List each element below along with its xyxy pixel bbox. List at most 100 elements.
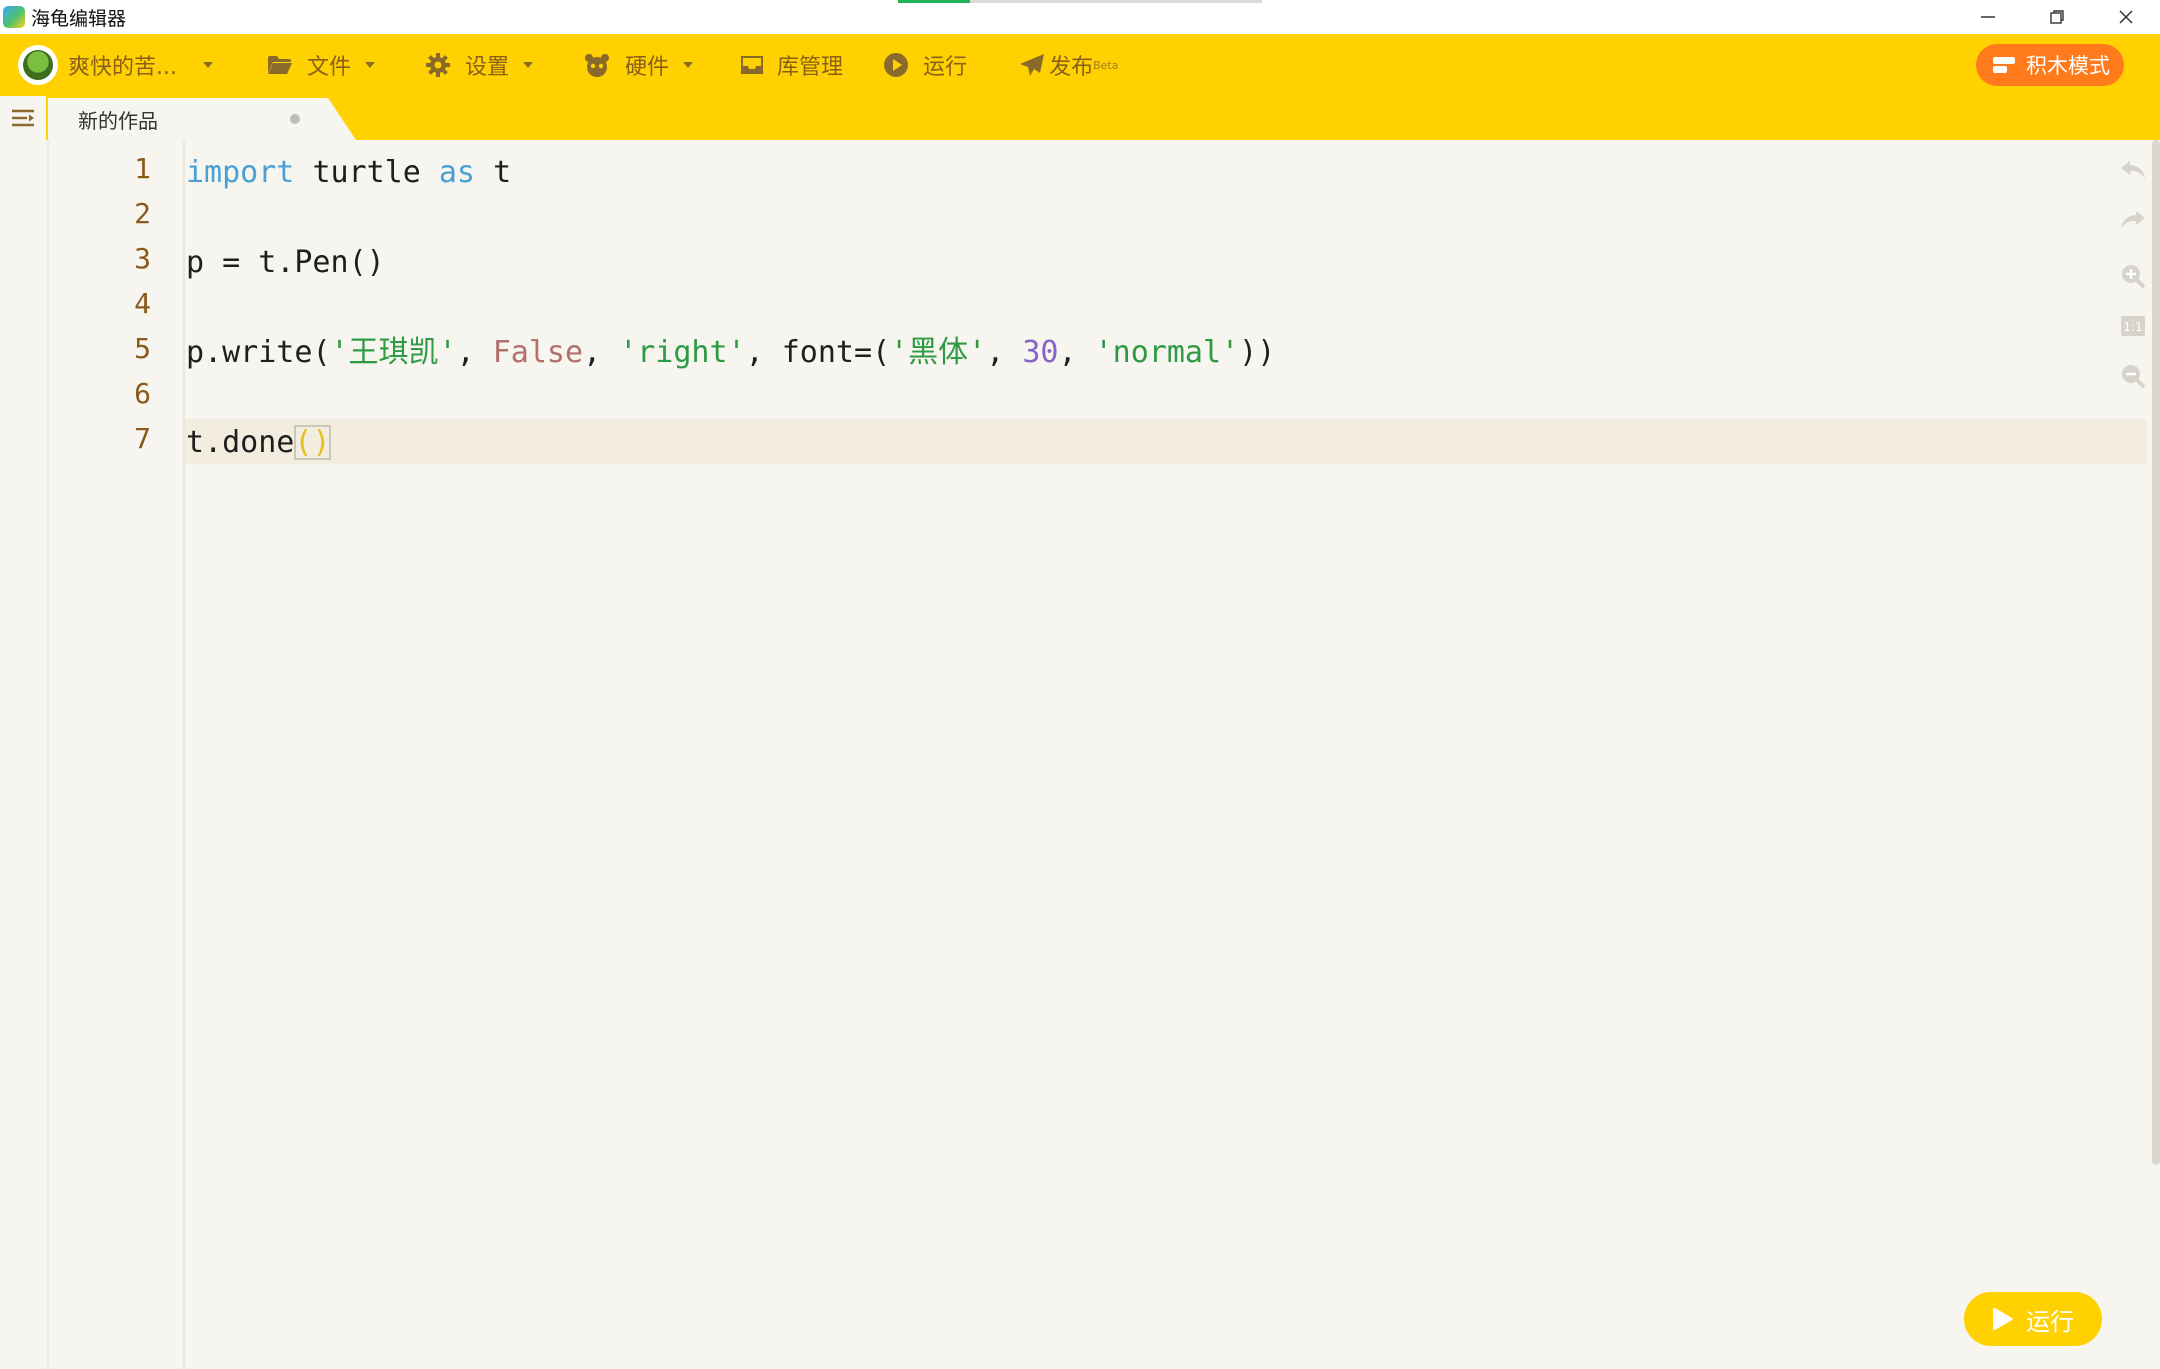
play-circle-icon — [883, 52, 909, 78]
punctuation-token: . — [204, 335, 223, 370]
beta-badge: Beta — [1093, 58, 1119, 72]
tab-strip: 新的作品 — [0, 96, 2160, 140]
undo-icon — [2121, 161, 2145, 179]
close-button[interactable] — [2091, 0, 2160, 34]
identifier-token: write — [222, 335, 313, 370]
code-line[interactable]: import turtle as t — [186, 150, 511, 195]
settings-menu[interactable]: 设置 — [425, 34, 534, 96]
folder-icon — [267, 54, 293, 76]
boolean-token: False — [492, 335, 584, 370]
punctuation-token: ( — [872, 335, 891, 370]
punctuation-token: , — [986, 335, 1005, 370]
punctuation-token: , — [1058, 335, 1077, 370]
run-button-label: 运行 — [2026, 1307, 2074, 1336]
publish-button[interactable]: 发布 Beta — [1019, 34, 1118, 96]
identifier-token: t — [258, 245, 277, 280]
library-manager-label: 库管理 — [777, 55, 844, 80]
line-number: 2 — [134, 197, 151, 230]
restore-icon — [2049, 10, 2064, 24]
number-token: 30 — [1022, 335, 1059, 370]
play-icon — [1993, 1307, 2013, 1331]
loading-indicator — [898, 0, 1262, 3]
chevron-down-icon — [202, 62, 213, 68]
zoom-out-button[interactable] — [2119, 362, 2147, 390]
window-titlebar: 海龟编辑器 — [0, 0, 2160, 34]
block-mode-button[interactable]: 积木模式 — [1976, 44, 2124, 86]
chevron-down-icon — [683, 62, 694, 68]
user-avatar[interactable] — [18, 45, 58, 85]
tab-edge — [328, 98, 356, 140]
zoom-in-icon — [2122, 265, 2146, 289]
svg-text:1:1: 1:1 — [2123, 320, 2142, 334]
punctuation-token: , — [583, 335, 602, 370]
redo-icon — [2121, 211, 2145, 229]
line-number: 7 — [134, 422, 151, 455]
user-name: 爽快的苦... — [68, 55, 177, 80]
line-number: 6 — [134, 377, 151, 410]
window-title: 海龟编辑器 — [31, 7, 127, 30]
punctuation-token: . — [204, 425, 223, 460]
user-menu[interactable]: 爽快的苦... — [68, 34, 213, 96]
hardware-menu-label: 硬件 — [625, 55, 670, 80]
code-line[interactable]: p = t.Pen() — [186, 240, 385, 285]
punctuation-token: = — [222, 245, 241, 280]
identifier-token: p — [186, 245, 205, 280]
identifier-token: Pen — [294, 245, 349, 280]
code-editor[interactable]: 1 2 3 4 5 6 7 import turtle as t p = t.P… — [0, 140, 2160, 1369]
string-token: '黑体' — [890, 335, 987, 370]
chevron-down-icon — [365, 62, 375, 68]
hardware-menu[interactable]: 硬件 — [583, 34, 694, 96]
reset-zoom-button[interactable]: 1:1 — [2119, 312, 2147, 340]
run-button[interactable]: 运行 — [1964, 1292, 2102, 1346]
punctuation-token: ) — [1257, 335, 1276, 370]
keyword-token: as — [438, 155, 475, 190]
zoom-in-button[interactable] — [2119, 262, 2147, 290]
app-logo-icon — [3, 6, 25, 28]
sidebar-toggle-button[interactable] — [0, 96, 46, 140]
chevron-down-icon — [523, 62, 534, 68]
line-number: 4 — [134, 287, 151, 320]
punctuation-token: () — [348, 245, 385, 280]
editor-scrollbar[interactable] — [2150, 140, 2160, 1369]
undo-button[interactable] — [2119, 156, 2147, 184]
scrollbar-thumb[interactable] — [2152, 140, 2160, 1165]
unsaved-indicator[interactable] — [290, 114, 300, 124]
identifier-token: done — [222, 425, 295, 460]
matched-brackets: () — [294, 425, 331, 460]
library-manager-button[interactable]: 库管理 — [739, 34, 843, 96]
code-line[interactable]: p.write('王琪凯', False, 'right', font=('黑体… — [186, 330, 1275, 375]
run-toolbar-button[interactable]: 运行 — [883, 34, 967, 96]
string-token: '王琪凯' — [330, 335, 457, 370]
run-toolbar-label: 运行 — [923, 55, 968, 80]
main-toolbar: 爽快的苦... 文件 设置 硬件 库管理 运行 发布 Beta 积木模式 — [0, 34, 2160, 96]
identifier-token: font — [781, 335, 854, 370]
punctuation-token: ) — [1239, 335, 1258, 370]
identifier-token: turtle — [312, 155, 421, 190]
tab-title: 新的作品 — [78, 108, 158, 133]
punctuation-token: . — [276, 245, 295, 280]
restore-button[interactable] — [2022, 0, 2091, 34]
punctuation-token: ( — [312, 335, 331, 370]
identifier-token: p — [186, 335, 205, 370]
punctuation-token: , — [456, 335, 475, 370]
line-number: 5 — [134, 332, 151, 365]
settings-menu-label: 设置 — [465, 55, 510, 80]
menu-collapse-icon — [12, 109, 34, 127]
blocks-icon — [1993, 57, 2015, 73]
file-menu[interactable]: 文件 — [267, 34, 375, 96]
tab-new-work[interactable]: 新的作品 — [48, 98, 328, 140]
punctuation-token: , — [745, 335, 764, 370]
active-line-highlight — [185, 419, 2147, 464]
minimize-button[interactable] — [1953, 0, 2022, 34]
code-line[interactable]: t.done() — [186, 420, 331, 465]
avatar-image — [23, 50, 53, 80]
left-rail — [0, 140, 49, 1369]
string-token: 'right' — [619, 335, 746, 370]
block-mode-label: 积木模式 — [2026, 54, 2110, 78]
line-number: 1 — [134, 152, 151, 185]
keyword-token: import — [186, 155, 295, 190]
redo-button[interactable] — [2119, 206, 2147, 234]
editor-side-tools: 1:1 — [2118, 156, 2148, 412]
identifier-token: t — [186, 425, 205, 460]
gutter-border — [183, 140, 185, 1369]
